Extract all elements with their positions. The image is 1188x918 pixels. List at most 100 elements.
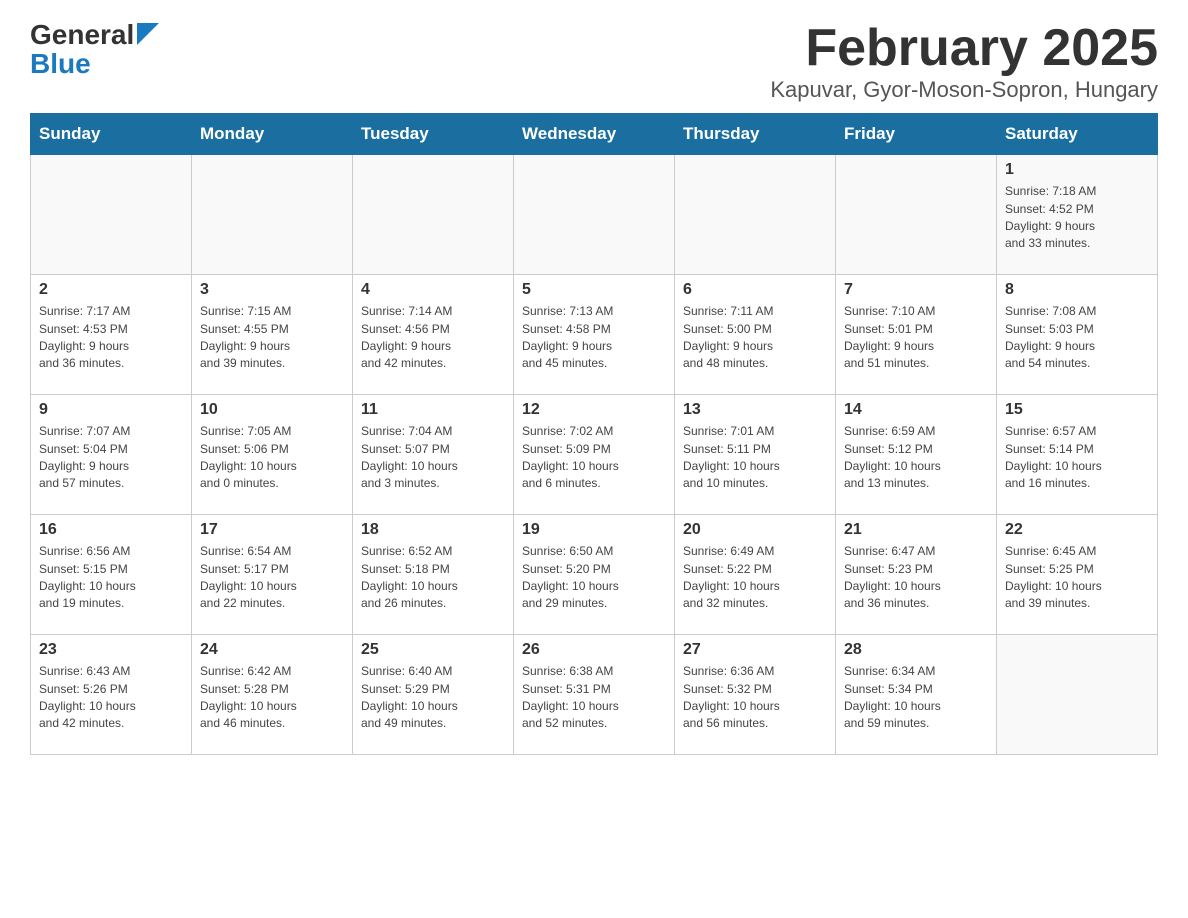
day-info: Sunrise: 6:52 AM Sunset: 5:18 PM Dayligh… bbox=[361, 543, 505, 613]
header-friday: Friday bbox=[836, 114, 997, 155]
logo-blue: Blue bbox=[30, 50, 91, 78]
day-number: 2 bbox=[39, 281, 183, 299]
calendar-cell: 6Sunrise: 7:11 AM Sunset: 5:00 PM Daylig… bbox=[675, 275, 836, 395]
header-tuesday: Tuesday bbox=[353, 114, 514, 155]
header-thursday: Thursday bbox=[675, 114, 836, 155]
day-info: Sunrise: 7:11 AM Sunset: 5:00 PM Dayligh… bbox=[683, 303, 827, 373]
calendar-cell: 4 Sunrise: 7:14 AM Sunset: 4:56 PM Daylig… bbox=[353, 275, 514, 395]
day-info: Sunrise: 6:45 AM Sunset: 5:25 PM Dayligh… bbox=[1005, 543, 1149, 613]
day-number: 15 bbox=[1005, 401, 1149, 419]
day-info: Sunrise: 6:56 AM Sunset: 5:15 PM Dayligh… bbox=[39, 543, 183, 613]
calendar-week-row: 9Sunrise: 7:07 AM Sunset: 5:04 PM Daylig… bbox=[31, 395, 1158, 515]
day-number: 1 bbox=[1005, 161, 1149, 179]
calendar-cell: 19Sunrise: 6:50 AM Sunset: 5:20 PM Dayli… bbox=[514, 515, 675, 635]
calendar-table: SundayMondayTuesdayWednesdayThursdayFrid… bbox=[30, 113, 1158, 755]
day-info: Sunrise: 6:47 AM Sunset: 5:23 PM Dayligh… bbox=[844, 543, 988, 613]
calendar-cell: 23 Sunrise: 6:43 AM Sunset: 5:26 PM Dayli… bbox=[31, 635, 192, 755]
calendar-cell: 16 Sunrise: 6:56 AM Sunset: 5:15 PM Dayli… bbox=[31, 515, 192, 635]
calendar-cell: 22 Sunrise: 6:45 AM Sunset: 5:25 PM Dayli… bbox=[997, 515, 1158, 635]
day-info: Sunrise: 6:57 AM Sunset: 5:14 PM Dayligh… bbox=[1005, 423, 1149, 493]
calendar-cell: 28Sunrise: 6:34 AM Sunset: 5:34 PM Dayli… bbox=[836, 635, 997, 755]
day-number: 8 bbox=[1005, 281, 1149, 299]
calendar-cell: 13 Sunrise: 7:01 AM Sunset: 5:11 PM Dayli… bbox=[675, 395, 836, 515]
day-info: Sunrise: 7:01 AM Sunset: 5:11 PM Dayligh… bbox=[683, 423, 827, 493]
day-number: 20 bbox=[683, 521, 827, 539]
calendar-cell: 27 Sunrise: 6:36 AM Sunset: 5:32 PM Dayli… bbox=[675, 635, 836, 755]
calendar-cell: 11 Sunrise: 7:04 AM Sunset: 5:07 PM Dayli… bbox=[353, 395, 514, 515]
calendar-cell: 10Sunrise: 7:05 AM Sunset: 5:06 PM Dayli… bbox=[192, 395, 353, 515]
header-wednesday: Wednesday bbox=[514, 114, 675, 155]
day-number: 21 bbox=[844, 521, 988, 539]
day-info: Sunrise: 7:18 AM Sunset: 4:52 PM Dayligh… bbox=[1005, 183, 1149, 253]
day-info: Sunrise: 7:17 AM Sunset: 4:53 PM Dayligh… bbox=[39, 303, 183, 373]
calendar-cell: 20 Sunrise: 6:49 AM Sunset: 5:22 PM Dayli… bbox=[675, 515, 836, 635]
day-number: 16 bbox=[39, 521, 183, 539]
calendar-cell: 15 Sunrise: 6:57 AM Sunset: 5:14 PM Dayli… bbox=[997, 395, 1158, 515]
calendar-cell: 12 Sunrise: 7:02 AM Sunset: 5:09 PM Dayli… bbox=[514, 395, 675, 515]
calendar-cell: 9Sunrise: 7:07 AM Sunset: 5:04 PM Daylig… bbox=[31, 395, 192, 515]
calendar-cell bbox=[675, 155, 836, 275]
header: General Blue February 2025 Kapuvar, Gyor… bbox=[30, 20, 1158, 103]
day-info: Sunrise: 6:54 AM Sunset: 5:17 PM Dayligh… bbox=[200, 543, 344, 613]
day-number: 7 bbox=[844, 281, 988, 299]
day-number: 3 bbox=[200, 281, 344, 299]
calendar-week-row: 1 Sunrise: 7:18 AM Sunset: 4:52 PM Daylig… bbox=[31, 155, 1158, 275]
calendar-cell: 25 Sunrise: 6:40 AM Sunset: 5:29 PM Dayli… bbox=[353, 635, 514, 755]
calendar-header-row: SundayMondayTuesdayWednesdayThursdayFrid… bbox=[31, 114, 1158, 155]
day-number: 11 bbox=[361, 401, 505, 419]
day-info: Sunrise: 6:59 AM Sunset: 5:12 PM Dayligh… bbox=[844, 423, 988, 493]
calendar-week-row: 2 Sunrise: 7:17 AM Sunset: 4:53 PM Daylig… bbox=[31, 275, 1158, 395]
day-number: 18 bbox=[361, 521, 505, 539]
calendar-cell: 3 Sunrise: 7:15 AM Sunset: 4:55 PM Daylig… bbox=[192, 275, 353, 395]
day-info: Sunrise: 7:02 AM Sunset: 5:09 PM Dayligh… bbox=[522, 423, 666, 493]
calendar-cell bbox=[353, 155, 514, 275]
calendar-cell: 8Sunrise: 7:08 AM Sunset: 5:03 PM Daylig… bbox=[997, 275, 1158, 395]
day-info: Sunrise: 6:42 AM Sunset: 5:28 PM Dayligh… bbox=[200, 663, 344, 733]
header-sunday: Sunday bbox=[31, 114, 192, 155]
day-number: 13 bbox=[683, 401, 827, 419]
day-number: 24 bbox=[200, 641, 344, 659]
calendar-cell: 14 Sunrise: 6:59 AM Sunset: 5:12 PM Dayli… bbox=[836, 395, 997, 515]
day-info: Sunrise: 6:49 AM Sunset: 5:22 PM Dayligh… bbox=[683, 543, 827, 613]
day-number: 9 bbox=[39, 401, 183, 419]
calendar-cell: 21 Sunrise: 6:47 AM Sunset: 5:23 PM Dayli… bbox=[836, 515, 997, 635]
subtitle: Kapuvar, Gyor-Moson-Sopron, Hungary bbox=[770, 77, 1158, 103]
calendar-cell bbox=[997, 635, 1158, 755]
day-info: Sunrise: 6:43 AM Sunset: 5:26 PM Dayligh… bbox=[39, 663, 183, 733]
day-info: Sunrise: 7:14 AM Sunset: 4:56 PM Dayligh… bbox=[361, 303, 505, 373]
calendar-cell: 17Sunrise: 6:54 AM Sunset: 5:17 PM Dayli… bbox=[192, 515, 353, 635]
day-info: Sunrise: 6:36 AM Sunset: 5:32 PM Dayligh… bbox=[683, 663, 827, 733]
calendar-cell: 2 Sunrise: 7:17 AM Sunset: 4:53 PM Daylig… bbox=[31, 275, 192, 395]
header-monday: Monday bbox=[192, 114, 353, 155]
day-number: 19 bbox=[522, 521, 666, 539]
day-number: 4 bbox=[361, 281, 505, 299]
page-title: February 2025 bbox=[770, 20, 1158, 77]
day-info: Sunrise: 6:40 AM Sunset: 5:29 PM Dayligh… bbox=[361, 663, 505, 733]
day-number: 12 bbox=[522, 401, 666, 419]
day-info: Sunrise: 7:10 AM Sunset: 5:01 PM Dayligh… bbox=[844, 303, 988, 373]
logo: General Blue bbox=[30, 20, 159, 78]
day-number: 26 bbox=[522, 641, 666, 659]
header-saturday: Saturday bbox=[997, 114, 1158, 155]
calendar-cell: 7 Sunrise: 7:10 AM Sunset: 5:01 PM Daylig… bbox=[836, 275, 997, 395]
calendar-cell: 5Sunrise: 7:13 AM Sunset: 4:58 PM Daylig… bbox=[514, 275, 675, 395]
day-number: 27 bbox=[683, 641, 827, 659]
day-info: Sunrise: 7:04 AM Sunset: 5:07 PM Dayligh… bbox=[361, 423, 505, 493]
day-number: 22 bbox=[1005, 521, 1149, 539]
day-info: Sunrise: 7:15 AM Sunset: 4:55 PM Dayligh… bbox=[200, 303, 344, 373]
day-number: 25 bbox=[361, 641, 505, 659]
calendar-cell: 24 Sunrise: 6:42 AM Sunset: 5:28 PM Dayli… bbox=[192, 635, 353, 755]
title-area: February 2025 Kapuvar, Gyor-Moson-Sopron… bbox=[770, 20, 1158, 103]
day-number: 14 bbox=[844, 401, 988, 419]
calendar-cell bbox=[31, 155, 192, 275]
calendar-cell bbox=[192, 155, 353, 275]
calendar-cell bbox=[514, 155, 675, 275]
calendar-cell bbox=[836, 155, 997, 275]
logo-general: General bbox=[30, 21, 134, 49]
calendar-cell: 26Sunrise: 6:38 AM Sunset: 5:31 PM Dayli… bbox=[514, 635, 675, 755]
day-number: 10 bbox=[200, 401, 344, 419]
day-number: 23 bbox=[39, 641, 183, 659]
calendar-week-row: 16 Sunrise: 6:56 AM Sunset: 5:15 PM Dayli… bbox=[31, 515, 1158, 635]
day-info: Sunrise: 7:13 AM Sunset: 4:58 PM Dayligh… bbox=[522, 303, 666, 373]
calendar-week-row: 23 Sunrise: 6:43 AM Sunset: 5:26 PM Dayli… bbox=[31, 635, 1158, 755]
